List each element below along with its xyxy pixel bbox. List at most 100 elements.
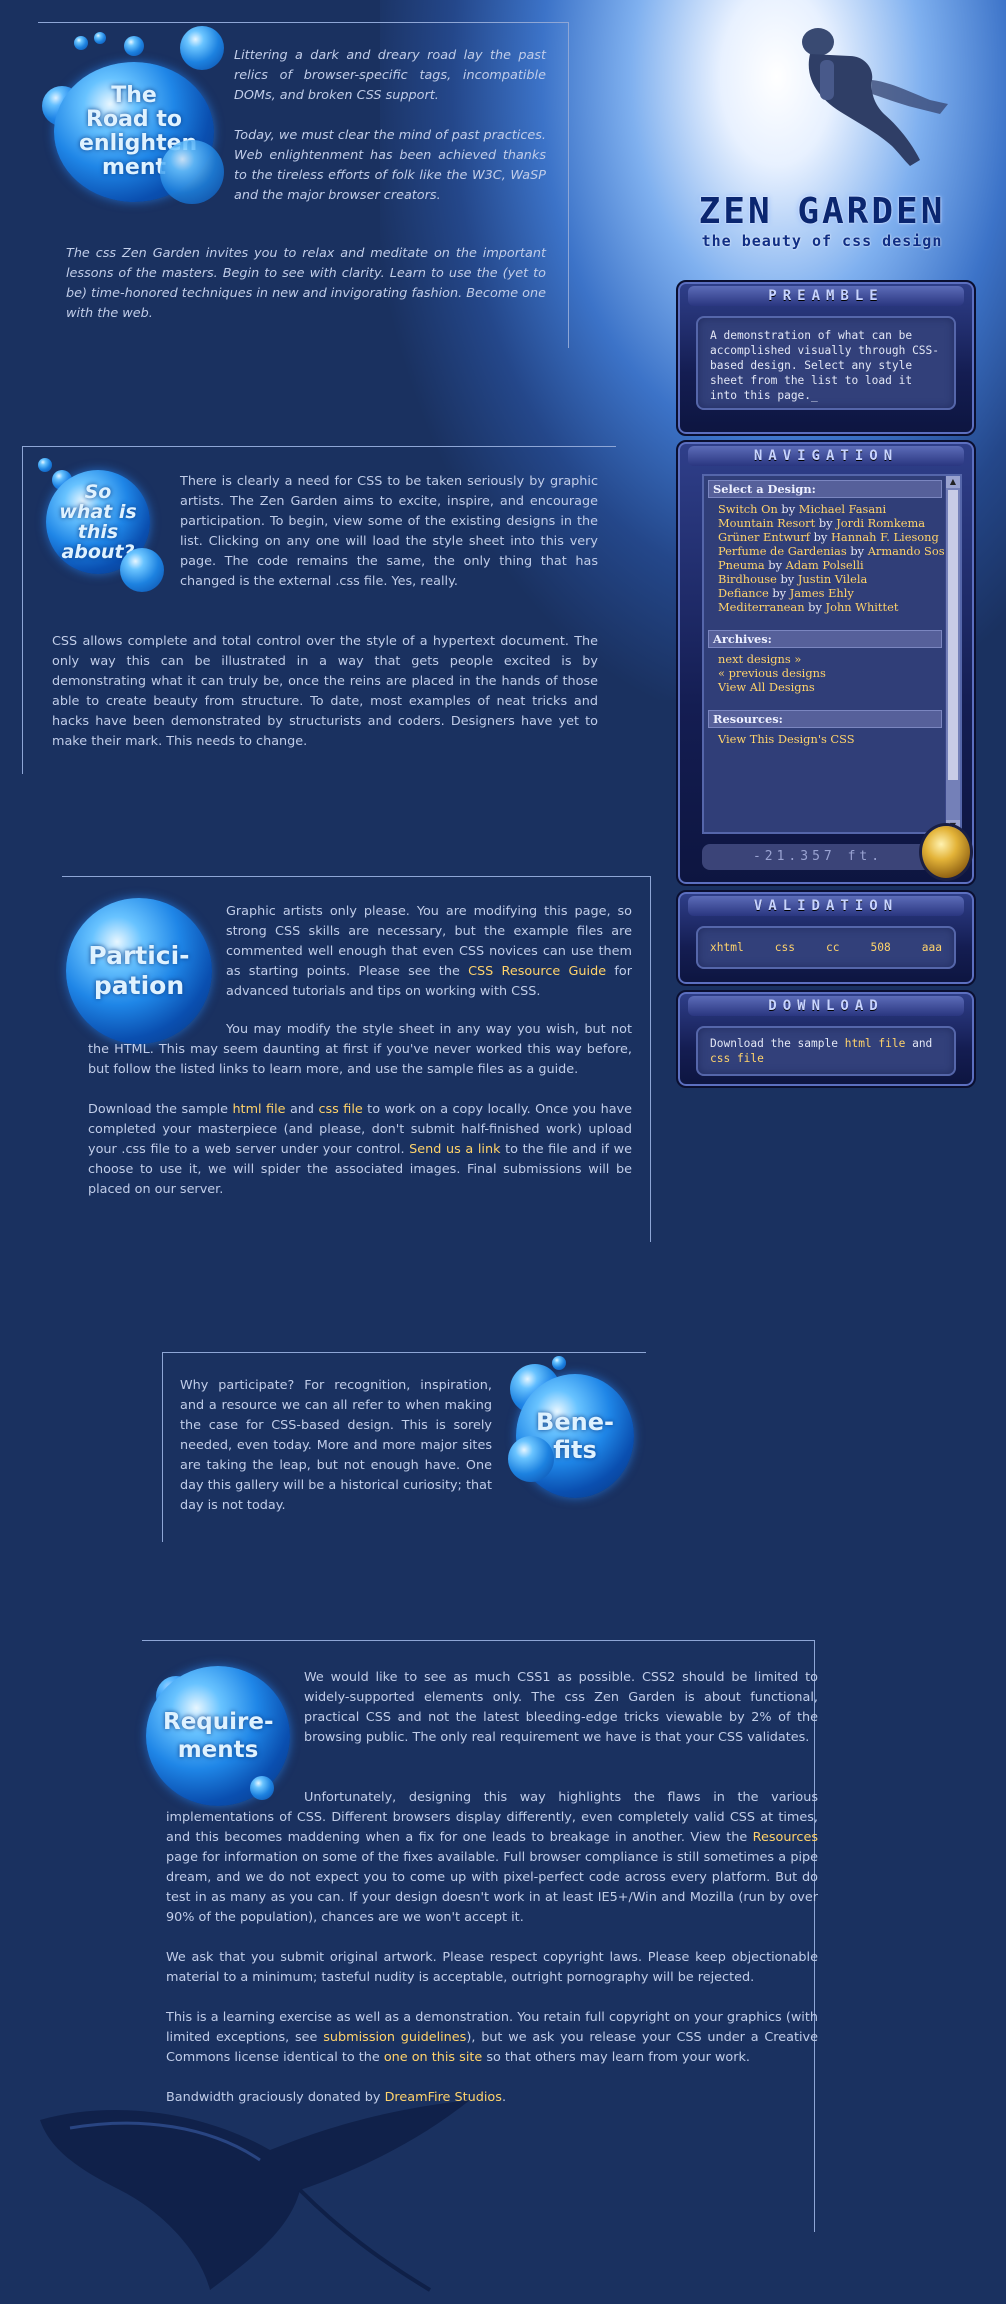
archive-item[interactable]: « previous designs: [704, 666, 960, 680]
bubble-decor: [180, 26, 224, 70]
view-css-link[interactable]: View This Design's CSS: [718, 732, 855, 746]
navigation-heading: NAVIGATION: [688, 446, 964, 466]
author-link[interactable]: Hannah F. Liesong: [831, 530, 939, 544]
html-file-link[interactable]: html file: [232, 1102, 285, 1117]
participation-bubble-text: Partici- pation: [88, 941, 190, 1000]
bubble-decor: [160, 140, 224, 204]
preamble-body: A demonstration of what can be accomplis…: [696, 316, 956, 410]
download-heading: DOWNLOAD: [688, 996, 964, 1016]
design-by: by: [781, 502, 796, 516]
archive-item[interactable]: View All Designs: [704, 680, 960, 694]
design-link[interactable]: Switch On: [718, 502, 778, 516]
intro-text-top: Littering a dark and dreary road lay the…: [234, 46, 546, 206]
requirements-paragraph: We would like to see as much CSS1 as pos…: [304, 1670, 818, 1745]
design-list[interactable]: Select a Design: Switch On by Michael Fa…: [702, 474, 962, 834]
design-link[interactable]: Mountain Resort: [718, 516, 815, 530]
css-resource-guide-link[interactable]: CSS Resource Guide: [468, 964, 606, 979]
explanation-bubble-text: So what is this about?: [59, 481, 137, 563]
author-link[interactable]: Armando Sosa: [868, 544, 952, 558]
preamble-heading: PREAMBLE: [688, 286, 964, 306]
download-css-link[interactable]: css file: [710, 1052, 764, 1065]
text-segment: .: [501, 2090, 507, 2105]
aaa-link[interactable]: aaa: [922, 940, 942, 955]
design-by: by: [850, 544, 865, 558]
text-segment: page for information on some of the fixe…: [166, 1850, 818, 1925]
design-link[interactable]: Pneuma: [718, 558, 765, 572]
design-item[interactable]: Grüner Entwurf by Hannah F. Liesong: [704, 530, 960, 544]
author-link[interactable]: James Ehly: [790, 586, 854, 600]
intro-rule-top: [38, 22, 568, 23]
select-design-header: Select a Design:: [708, 480, 942, 498]
design-item[interactable]: Perfume de Gardenias by Armando Sosa: [704, 544, 960, 558]
design-link[interactable]: Grüner Entwurf: [718, 530, 810, 544]
intro-paragraph: Today, we must clear the mind of past pr…: [234, 128, 546, 203]
archives-header: Archives:: [708, 630, 942, 648]
license-link[interactable]: one on this site: [384, 2050, 482, 2065]
explanation-paragraph: CSS allows complete and total control ov…: [52, 634, 598, 749]
download-html-link[interactable]: html file: [845, 1037, 906, 1050]
scroll-up-arrow-icon[interactable]: ▲: [946, 476, 960, 488]
validation-heading: VALIDATION: [688, 896, 964, 916]
design-item[interactable]: Defiance by James Ehly: [704, 586, 960, 600]
author-link[interactable]: Michael Fasani: [799, 502, 886, 516]
requirements-paragraph: Unfortunately, designing this way highli…: [166, 1788, 818, 1928]
scroll-thumb[interactable]: [948, 490, 958, 780]
design-link[interactable]: Defiance: [718, 586, 769, 600]
validation-panel: VALIDATION xhtml css cc 508 aaa: [676, 890, 976, 986]
explanation-rule-side: [22, 446, 23, 774]
xhtml-link[interactable]: xhtml: [710, 940, 744, 955]
logo-title: ZEN GARDEN: [698, 191, 946, 232]
preamble-panel: PREAMBLE A demonstration of what can be …: [676, 280, 976, 436]
resources-link[interactable]: Resources: [753, 1830, 818, 1845]
design-link[interactable]: Mediterranean: [718, 600, 805, 614]
previous-designs-link[interactable]: « previous designs: [718, 666, 826, 680]
text-segment: and: [285, 1102, 319, 1117]
design-item[interactable]: Switch On by Michael Fasani: [704, 502, 960, 516]
requirements-bubble-text: Require- ments: [163, 1709, 274, 1763]
design-item[interactable]: Mediterranean by John Whittet: [704, 600, 960, 614]
requirements-text-bottom: Unfortunately, designing this way highli…: [166, 1788, 818, 2108]
validation-links: xhtml css cc 508 aaa: [708, 936, 944, 959]
section-508-link[interactable]: 508: [870, 940, 890, 955]
next-designs-link[interactable]: next designs »: [718, 652, 801, 666]
download-body: Download the sample html file and css fi…: [696, 1026, 956, 1076]
intro-rule-side: [568, 22, 569, 348]
participation-rule-side: [650, 876, 651, 1242]
resource-item[interactable]: View This Design's CSS: [704, 732, 960, 746]
author-link[interactable]: Adam Polselli: [786, 558, 864, 572]
author-link[interactable]: Justin Vilela: [798, 572, 867, 586]
benefits-paragraph: Why participate? For recognition, inspir…: [180, 1378, 492, 1513]
design-by: by: [772, 586, 787, 600]
design-by: by: [818, 516, 833, 530]
design-link[interactable]: Perfume de Gardenias: [718, 544, 847, 558]
author-link[interactable]: John Whittet: [826, 600, 899, 614]
participation-rule-top: [62, 876, 650, 877]
cc-link[interactable]: cc: [826, 940, 839, 955]
submission-guidelines-link[interactable]: submission guidelines: [323, 2030, 466, 2045]
design-link[interactable]: Birdhouse: [718, 572, 777, 586]
archive-item[interactable]: next designs »: [704, 652, 960, 666]
download-text: Download the sample: [710, 1037, 845, 1050]
download-text: and: [905, 1037, 933, 1050]
author-link[interactable]: Jordi Romkema: [836, 516, 925, 530]
css-file-link[interactable]: css file: [318, 1102, 362, 1117]
design-by: by: [808, 600, 822, 614]
design-item[interactable]: Mountain Resort by Jordi Romkema: [704, 516, 960, 530]
design-item[interactable]: Pneuma by Adam Polselli: [704, 558, 960, 572]
participation-paragraph: You may modify the style sheet in any wa…: [88, 1022, 632, 1077]
intro-paragraph: Littering a dark and dreary road lay the…: [234, 48, 546, 103]
design-by: by: [780, 572, 795, 586]
participation-paragraph: Graphic artists only please. You are mod…: [226, 902, 632, 1002]
css-validation-link[interactable]: css: [775, 940, 795, 955]
view-all-designs-link[interactable]: View All Designs: [718, 680, 815, 694]
navigation-panel: NAVIGATION Select a Design: Switch On by…: [676, 440, 976, 886]
resources-header: Resources:: [708, 710, 942, 728]
design-item[interactable]: Birdhouse by Justin Vilela: [704, 572, 960, 586]
requirements-text-top: We would like to see as much CSS1 as pos…: [304, 1668, 818, 1748]
send-link-link[interactable]: Send us a link: [409, 1142, 500, 1157]
intro-text-bottom: The css Zen Garden invites you to relax …: [66, 244, 546, 324]
text-segment: so that others may learn from your work.: [482, 2050, 750, 2065]
bubble-decor: [552, 1356, 566, 1370]
list-scrollbar[interactable]: ▲ ▼: [945, 476, 960, 832]
